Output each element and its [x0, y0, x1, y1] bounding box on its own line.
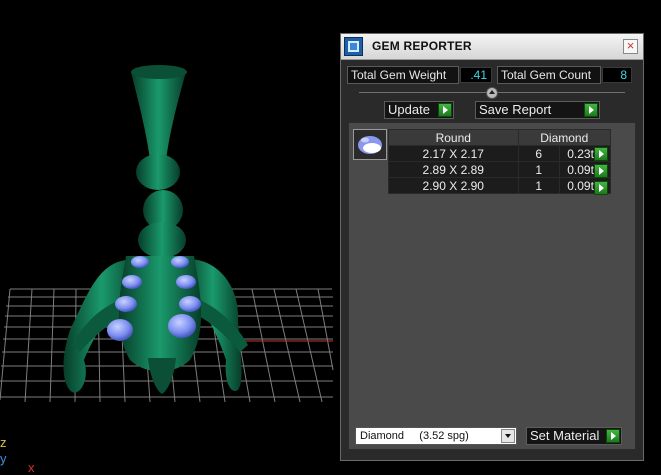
row-select-button[interactable]	[594, 181, 608, 195]
header-material: Diamond	[517, 129, 611, 146]
material-dropdown[interactable]: Diamond (3.52 spg)	[355, 427, 517, 445]
collapse-icon[interactable]	[486, 87, 498, 99]
material-selected-value: Diamond (3.52 spg)	[360, 430, 469, 442]
gem-thumbnail-icon[interactable]	[353, 129, 387, 160]
go-arrow-icon	[438, 103, 452, 117]
panel-title: GEM REPORTER	[372, 39, 472, 53]
total-gem-count-value: 8	[602, 67, 632, 83]
set-material-button-label: Set Material	[530, 428, 600, 443]
cell-count: 1	[517, 177, 560, 194]
total-gem-weight-value: .41	[460, 67, 492, 83]
set-material-button[interactable]: Set Material	[526, 427, 622, 445]
go-arrow-icon	[584, 103, 598, 117]
save-report-button[interactable]: Save Report	[475, 101, 600, 119]
total-gem-weight-label: Total Gem Weight	[347, 66, 459, 84]
app-icon	[344, 37, 363, 56]
go-arrow-icon	[606, 429, 620, 443]
axis-y-label: y	[0, 451, 7, 466]
close-icon: ×	[626, 38, 635, 53]
dropdown-arrow-icon[interactable]	[501, 429, 515, 443]
total-gem-count-label: Total Gem Count	[497, 66, 601, 84]
gem-list-area: Round Diamond 2.17 X 2.17 6 0.23tw 2.89 …	[348, 122, 636, 450]
close-button[interactable]: ×	[623, 39, 638, 54]
axis-z-label: z	[0, 435, 7, 450]
update-button[interactable]: Update	[384, 101, 454, 119]
cell-size: 2.90 X 2.90	[388, 177, 519, 194]
table-header-row: Round Diamond	[388, 129, 611, 146]
row-select-button[interactable]	[594, 147, 608, 161]
cell-size: 2.17 X 2.17	[388, 145, 519, 162]
gem-reporter-panel: GEM REPORTER × Total Gem Weight .41 Tota…	[340, 33, 644, 461]
cell-size: 2.89 X 2.89	[388, 161, 519, 178]
header-shape: Round	[388, 129, 519, 146]
axis-x-label: x	[28, 460, 35, 475]
gem-table: Round Diamond 2.17 X 2.17 6 0.23tw 2.89 …	[388, 129, 612, 194]
update-button-label: Update	[388, 102, 430, 117]
cell-count: 6	[517, 145, 560, 162]
panel-titlebar[interactable]: GEM REPORTER ×	[341, 34, 643, 60]
table-row[interactable]: 2.90 X 2.90 1 0.09tw	[388, 177, 612, 194]
save-report-button-label: Save Report	[479, 102, 552, 117]
table-row[interactable]: 2.89 X 2.89 1 0.09tw	[388, 161, 612, 178]
scorpion-pendant-model	[63, 65, 248, 394]
row-select-button[interactable]	[594, 164, 608, 178]
table-row[interactable]: 2.17 X 2.17 6 0.23tw	[388, 145, 612, 162]
cell-count: 1	[517, 161, 560, 178]
